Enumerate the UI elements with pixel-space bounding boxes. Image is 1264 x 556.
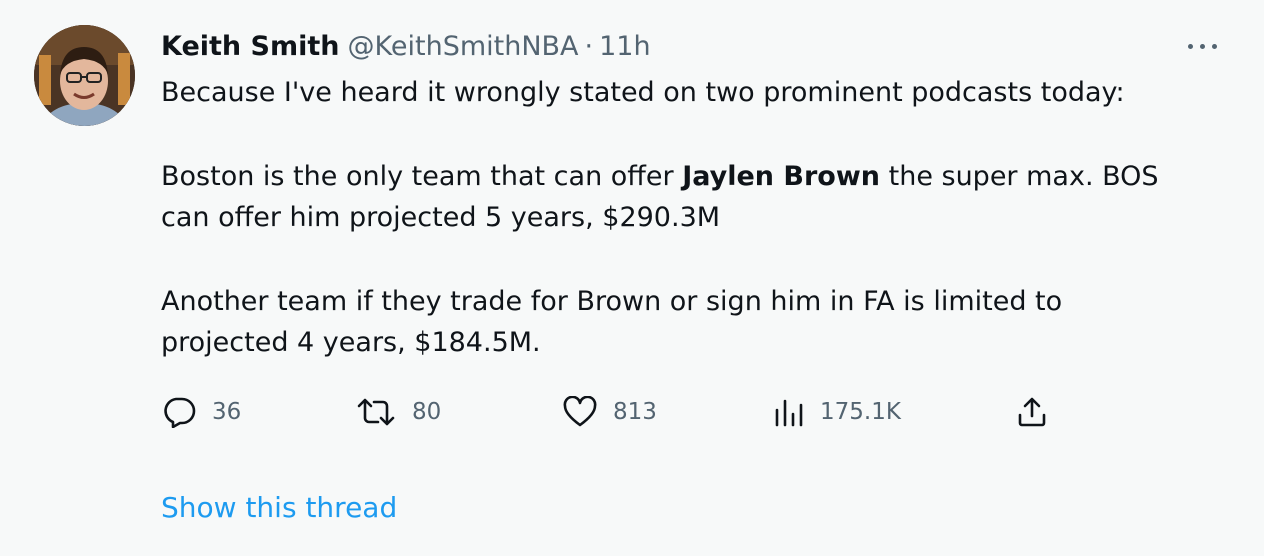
views-button[interactable]: 175.1K (774, 396, 901, 428)
separator-dot: · (584, 31, 594, 62)
retweet-button[interactable]: 80 (356, 396, 441, 428)
reply-count: 36 (212, 399, 242, 425)
tweet-time[interactable]: 11h (599, 31, 650, 62)
heart-icon (563, 396, 597, 427)
tweet-header: Keith Smith @KeithSmithNBA · 11h (161, 30, 651, 64)
views-count: 175.1K (820, 399, 901, 425)
reply-button[interactable]: 36 (162, 396, 241, 428)
tweet-text-para-2-line-2: can offer him projected 5 years, $290.3M (161, 202, 721, 233)
tweet-text-para-3-line-2: projected 4 years, $184.5M. (161, 327, 541, 358)
tweet-text-segment: Boston is the only team that can offer (161, 161, 683, 192)
share-icon (1018, 397, 1046, 427)
author-name[interactable]: Keith Smith (161, 31, 340, 62)
retweet-count: 80 (412, 399, 442, 425)
avatar-image (34, 25, 135, 126)
reply-icon (164, 397, 196, 428)
avatar[interactable] (34, 25, 135, 126)
retweet-icon (357, 398, 395, 426)
share-button[interactable] (1016, 396, 1048, 428)
author-handle[interactable]: @KeithSmithNBA (348, 31, 579, 62)
tweet-text-para-2: Boston is the only team that can offer J… (161, 156, 1159, 197)
tweet-card[interactable]: Keith Smith @KeithSmithNBA · 11h Because I'… (0, 0, 1264, 556)
tweet-text-segment: the super max. BOS (880, 161, 1159, 192)
more-options-icon[interactable] (1186, 34, 1220, 58)
tweet-text-para-3-line-1: Another team if they trade for Brown or … (161, 286, 1063, 317)
tweet-text-line-1: Because I've heard it wrongly stated on … (161, 77, 1125, 108)
like-count: 813 (613, 399, 657, 425)
like-button[interactable]: 813 (563, 396, 657, 428)
analytics-icon (775, 399, 803, 427)
bold-player-name: Jaylen Brown (682, 161, 881, 192)
show-thread-link[interactable]: Show this thread (161, 490, 397, 526)
